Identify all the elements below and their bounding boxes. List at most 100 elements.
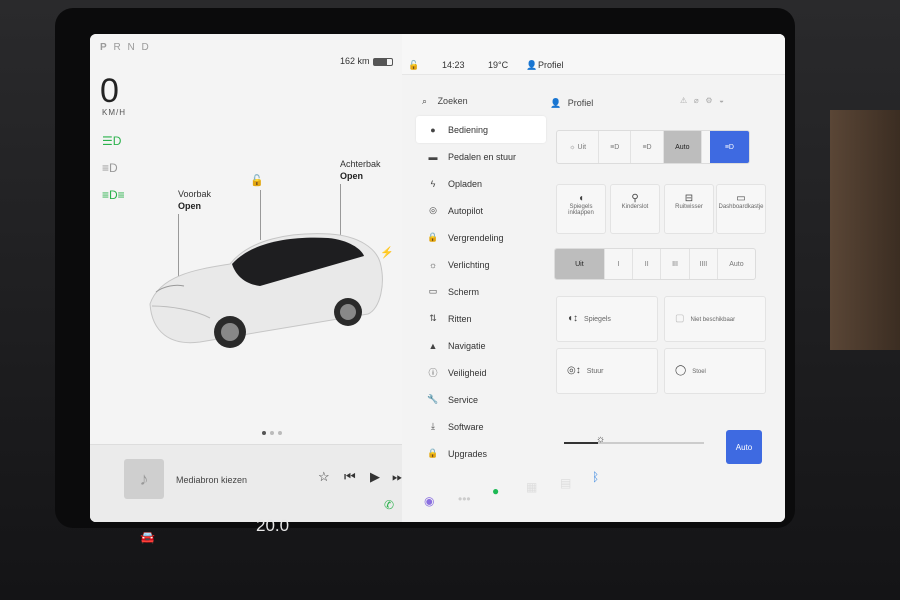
panel-header-icons: ⚠ ⌀ ⚙ ◒	[680, 96, 724, 105]
fold-mirrors-button[interactable]: ◖ Spiegels inklappen	[556, 184, 606, 234]
lock-icon: 🔒	[427, 232, 439, 242]
steering-adjust-button[interactable]: ◎↕ Stuur	[556, 348, 658, 394]
outside-temp: 19°C	[488, 60, 509, 70]
menu-item-navigatie[interactable]: ▲ Navigatie	[416, 332, 546, 359]
status-bar: 🔓 14:23 19°C 👤 Profiel	[402, 34, 785, 75]
menu-item-verlichting[interactable]: ☼ Verlichting	[416, 251, 546, 278]
menu-item-vergrendeling[interactable]: 🔒 Vergrendeling	[416, 224, 546, 251]
lock-status-icon[interactable]: 🔓	[408, 60, 419, 71]
menu-item-service[interactable]: 🔧 Service	[416, 386, 546, 413]
mirror-adjust-button[interactable]: ◖↕ Spiegels	[556, 296, 658, 342]
wiper-4[interactable]: IIII	[690, 249, 718, 279]
wheel-heat-button[interactable]: ◯ Stoel	[664, 348, 766, 394]
trunk-label-text: Achterbak	[340, 159, 381, 169]
headlight-parking[interactable]: ≡D	[599, 131, 632, 163]
trunk-state: Open	[340, 171, 364, 181]
menu-item-autopilot[interactable]: ◎ Autopilot	[416, 197, 546, 224]
battery-icon	[373, 58, 393, 66]
headlight-off[interactable]: ☼ Uit	[557, 131, 600, 163]
media-player: ♪ Mediabron kiezen ☆ ⏮ ▶ ⏭	[90, 444, 404, 522]
frunk-state: Open	[178, 201, 202, 211]
search-icon: ⌕	[422, 96, 428, 106]
wood-trim	[830, 110, 900, 350]
trunk-label[interactable]: Achterbak Open	[340, 158, 381, 182]
car-menu-icon[interactable]: 🚘	[140, 530, 155, 544]
mirror-adjust-icon: ◖↕	[567, 313, 579, 324]
navigation-icon: ▲	[428, 340, 438, 351]
panel-profile[interactable]: 👤 Profiel	[550, 98, 593, 109]
high-beam-button[interactable]: ≡D	[709, 131, 749, 163]
menu-item-bediening[interactable]: ● Bediening	[416, 116, 546, 143]
gear-d: D	[141, 42, 151, 53]
screen-icon: ▭	[428, 286, 438, 296]
profile-icon[interactable]: 👤	[526, 60, 537, 71]
clock: 14:23	[442, 60, 465, 70]
wiper-off[interactable]: Uit	[555, 249, 605, 279]
unlock-icon[interactable]: 🔓	[250, 174, 264, 187]
headlight-auto[interactable]: Auto	[663, 131, 702, 163]
search-label: Zoeken	[437, 96, 468, 106]
brightness-auto-button[interactable]: Auto	[726, 430, 762, 464]
energy-icon[interactable]: ▤	[560, 476, 571, 490]
media-source-label[interactable]: Mediabron kiezen	[176, 475, 247, 485]
search-field[interactable]: ⌕ Zoeken	[422, 96, 468, 107]
bag-icon: 🔒	[427, 448, 439, 458]
menu-item-opladen[interactable]: ϟ Opladen	[416, 170, 546, 197]
gear-n: N	[127, 42, 137, 53]
gear-r: R	[113, 42, 123, 53]
wiper-selector: Uit I II III IIII Auto	[554, 248, 756, 280]
wiper-button[interactable]: ⊟ Ruitwisser	[664, 184, 714, 234]
cabin-temperature[interactable]: 20.0	[256, 516, 289, 536]
seat-heat-button[interactable]: ▢ Niet beschikbaar	[664, 296, 766, 342]
more-apps-icon[interactable]: •••	[458, 492, 471, 506]
calendar-icon[interactable]: ▦	[526, 480, 537, 494]
glovebox-button[interactable]: ▭ Dashboardkastje	[716, 184, 766, 234]
window-icon: ⊟	[684, 193, 694, 204]
music-note-icon[interactable]: ♪	[124, 459, 164, 499]
spotify-icon[interactable]: ●	[492, 484, 499, 498]
bluetooth-icon[interactable]: ᛒ	[592, 470, 599, 484]
headlight-indicator-icon: ☰D	[102, 134, 122, 148]
heat-icon: ▢	[675, 313, 685, 324]
menu-item-veiligheid[interactable]: ⓘ Veiligheid	[416, 359, 546, 386]
menu-item-pedalen[interactable]: ▬ Pedalen en stuur	[416, 143, 546, 170]
bolt-icon: ϟ	[430, 178, 436, 189]
wiper-3[interactable]: III	[661, 249, 690, 279]
menu-item-upgrades[interactable]: 🔒 Upgrades	[416, 440, 546, 467]
speed-value: 0	[100, 72, 119, 110]
menu-item-ritten[interactable]: ⇅ Ritten	[416, 305, 546, 332]
fog-light-indicator-icon: ≡D≡	[102, 188, 125, 202]
trips-icon: ⇅	[429, 313, 437, 323]
play-icon[interactable]: ▶	[370, 469, 380, 485]
light-icon: ☼	[428, 259, 438, 270]
controls-panel: 👤 Profiel ⚠ ⌀ ⚙ ◒ ☼ Uit ≡D ≡D Auto ≡D ◖ S…	[550, 74, 785, 522]
headlight-selector: ☼ Uit ≡D ≡D Auto ≡D	[556, 130, 750, 164]
touchscreen: P R N D 162 km 0 KM/H ☰D ≡D ≡D≡ Voorbak …	[90, 34, 785, 522]
camera-icon[interactable]: ◉	[424, 494, 434, 508]
child-lock-button[interactable]: ⚲ Kinderslot	[610, 184, 660, 234]
safety-icon: ⓘ	[428, 368, 438, 378]
brightness-slider[interactable]	[564, 442, 704, 444]
settings-pane: 🔓 14:23 19°C 👤 Profiel ⌕ Zoeken ● Bedieni…	[402, 34, 785, 522]
glovebox-icon: ▭	[736, 193, 746, 204]
wiper-auto[interactable]: Auto	[718, 249, 755, 279]
car-icon: ▬	[428, 151, 438, 162]
wiper-2[interactable]: II	[633, 249, 662, 279]
menu-item-scherm[interactable]: ▭ Scherm	[416, 278, 546, 305]
steering-adjust-icon: ◎↕	[567, 365, 581, 376]
toggle-icon: ●	[430, 124, 436, 135]
frunk-label[interactable]: Voorbak Open	[178, 188, 211, 212]
menu-item-software[interactable]: ⤓ Software	[416, 413, 546, 440]
previous-track-icon[interactable]: ⏮	[344, 469, 356, 485]
steering-wheel-icon: ◎	[429, 205, 437, 215]
child-lock-icon: ⚲	[631, 193, 639, 204]
parking-light-indicator-icon: ≡D	[102, 161, 118, 175]
car-image	[149, 233, 383, 348]
speed-unit: KM/H	[102, 108, 126, 117]
headlight-on[interactable]: ≡D	[631, 131, 664, 163]
star-icon[interactable]: ☆	[318, 469, 330, 485]
phone-icon[interactable]: ✆	[384, 498, 394, 512]
range-readout: 162 km	[340, 56, 370, 66]
wiper-1[interactable]: I	[605, 249, 634, 279]
profile-label[interactable]: Profiel	[538, 60, 564, 70]
